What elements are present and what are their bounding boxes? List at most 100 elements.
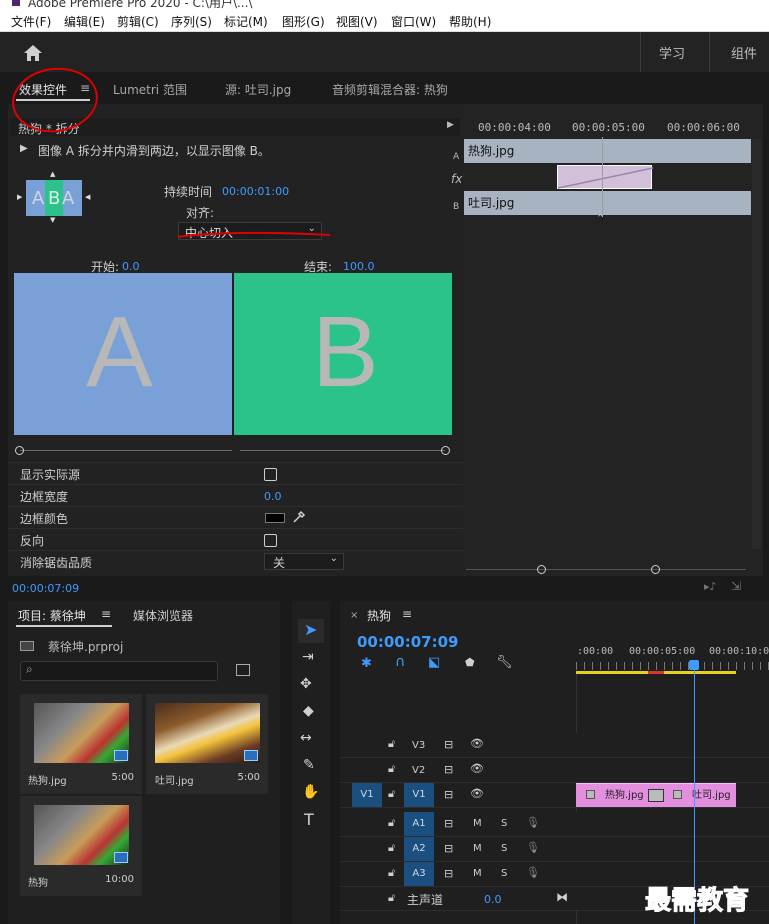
panel-menu-icon[interactable]: ≡: [402, 607, 412, 621]
track-target-v1[interactable]: V1: [404, 783, 434, 807]
razor-tool-icon[interactable]: ◆: [303, 703, 314, 719]
snap-magnet-icon[interactable]: ∩: [395, 654, 405, 670]
tab-audio-clip-mixer[interactable]: 音频剪辑混合器: 热狗: [332, 81, 448, 98]
mini-playhead[interactable]: [602, 137, 603, 217]
end-slider-handle[interactable]: [441, 446, 450, 455]
sync-lock-icon[interactable]: ⊟: [444, 817, 453, 830]
export-icon[interactable]: ⇲: [731, 579, 741, 593]
ripple-edit-tool-icon[interactable]: ✥: [300, 676, 312, 692]
lock-icon[interactable]: 🔓︎: [388, 866, 395, 880]
lock-icon[interactable]: 🔓︎: [388, 816, 395, 830]
end-value[interactable]: 100.0: [343, 260, 375, 273]
render-bar-red: [648, 671, 664, 674]
find-folder-icon[interactable]: [236, 664, 250, 676]
lock-icon[interactable]: 🔓︎: [388, 891, 395, 905]
project-item-duration: 10:00: [105, 874, 134, 885]
track-target-a1[interactable]: A1: [404, 812, 434, 836]
sync-lock-icon[interactable]: ⊟: [444, 842, 453, 855]
play-audio-icon[interactable]: ▸♪: [704, 580, 717, 593]
lock-icon[interactable]: 🔓︎: [388, 737, 395, 751]
start-slider-handle[interactable]: [15, 446, 24, 455]
solo-button[interactable]: S: [501, 868, 507, 879]
wrench-icon[interactable]: 🔧︎: [496, 655, 513, 670]
sync-lock-icon[interactable]: ⊟: [444, 763, 453, 776]
microphone-icon[interactable]: 🎙︎: [526, 866, 540, 879]
source-patch-v1[interactable]: V1: [352, 783, 382, 807]
track-v2: 🔓︎ V2 ⊟ 👁︎: [340, 758, 769, 783]
track-target-a3[interactable]: A3: [404, 862, 434, 886]
eye-icon[interactable]: 👁︎: [470, 762, 484, 775]
slip-tool-icon[interactable]: ↔: [300, 730, 312, 746]
ruler-ticks[interactable]: [576, 662, 769, 670]
project-search-input[interactable]: ⌕: [20, 661, 218, 681]
workspace-assembly[interactable]: 组件: [731, 43, 757, 62]
playhead-handle[interactable]: [689, 660, 699, 670]
tab-media-browser[interactable]: 媒体浏览器: [133, 607, 193, 624]
eye-icon[interactable]: 👁︎: [470, 787, 484, 800]
anti-aliasing-dropdown[interactable]: 关 ⌄: [264, 553, 344, 570]
menu-clip[interactable]: 剪辑(C): [117, 13, 159, 30]
master-end-icon[interactable]: ⧓: [556, 890, 568, 904]
end-slider-track[interactable]: [240, 450, 445, 451]
master-value[interactable]: 0.0: [484, 893, 502, 906]
mini-clip-a[interactable]: 热狗.jpg: [464, 139, 751, 163]
menu-graphics[interactable]: 图形(G): [282, 13, 325, 30]
mini-scrollbar[interactable]: [752, 139, 761, 549]
type-tool-icon[interactable]: T: [304, 810, 314, 829]
close-tab-icon[interactable]: ×: [350, 610, 358, 621]
lock-icon[interactable]: 🔓︎: [388, 787, 395, 801]
track-select-tool-icon[interactable]: ⇥: [302, 649, 314, 665]
reverse-checkbox[interactable]: [264, 534, 277, 547]
hand-tool-icon[interactable]: ✋: [302, 784, 319, 800]
border-width-value[interactable]: 0.0: [264, 490, 282, 503]
menu-help[interactable]: 帮助(H): [449, 13, 491, 30]
mini-clip-b[interactable]: 吐司.jpg: [464, 191, 751, 215]
sync-lock-icon[interactable]: ⊟: [444, 788, 453, 801]
menu-file[interactable]: 文件(F): [11, 13, 51, 30]
mini-transition-clip[interactable]: [557, 165, 653, 189]
zoom-handle-left[interactable]: [537, 565, 546, 574]
add-marker-icon[interactable]: ⬟: [465, 656, 475, 669]
mute-button[interactable]: M: [473, 843, 482, 854]
zoom-handle-right[interactable]: [651, 565, 660, 574]
transition-marker[interactable]: [648, 789, 664, 802]
microphone-icon[interactable]: 🎙︎: [526, 816, 540, 829]
project-item-duration: 5:00: [111, 772, 134, 783]
project-item[interactable]: 热狗.jpg 5:00: [20, 694, 142, 794]
menu-edit[interactable]: 编辑(E): [64, 13, 105, 30]
linked-selection-icon[interactable]: ⬕: [428, 655, 440, 670]
track-target-a2[interactable]: A2: [404, 837, 434, 861]
menu-view[interactable]: 视图(V): [336, 13, 378, 30]
lock-icon[interactable]: 🔓︎: [388, 762, 395, 776]
tab-project[interactable]: 项目: 蔡徐坤: [18, 607, 86, 624]
mini-zoom-track[interactable]: [466, 569, 746, 570]
sync-lock-icon[interactable]: ⊟: [444, 738, 453, 751]
mute-button[interactable]: M: [473, 868, 482, 879]
expand-arrow-icon[interactable]: ▶: [447, 120, 454, 130]
panel-menu-icon[interactable]: ≡: [101, 607, 111, 621]
workspace-learn[interactable]: 学习: [659, 43, 685, 62]
tab-sequence[interactable]: 热狗: [367, 607, 391, 624]
solo-button[interactable]: S: [501, 818, 507, 829]
eye-icon[interactable]: 👁︎: [470, 737, 484, 750]
pen-tool-icon[interactable]: ✎: [303, 757, 315, 773]
sequence-timecode[interactable]: 00:00:07:09: [357, 633, 459, 651]
sync-lock-icon[interactable]: ⊟: [444, 867, 453, 880]
project-item[interactable]: 吐司.jpg 5:00: [146, 694, 268, 794]
border-color-swatch[interactable]: [265, 513, 285, 523]
start-slider-track[interactable]: [20, 450, 232, 451]
lock-icon[interactable]: 🔓︎: [388, 841, 395, 855]
menu-sequence[interactable]: 序列(S): [171, 13, 212, 30]
selection-tool-icon[interactable]: ➤: [304, 620, 317, 639]
project-item[interactable]: 热狗 10:00: [20, 796, 142, 896]
nest-icon[interactable]: ✱: [361, 656, 372, 671]
eyedropper-icon[interactable]: [292, 510, 306, 524]
show-actual-sources-checkbox[interactable]: [264, 468, 277, 481]
mute-button[interactable]: M: [473, 818, 482, 829]
effect-timecode[interactable]: 00:00:07:09: [12, 582, 79, 595]
start-value[interactable]: 0.0: [122, 260, 140, 273]
solo-button[interactable]: S: [501, 843, 507, 854]
microphone-icon[interactable]: 🎙︎: [526, 841, 540, 854]
menu-marker[interactable]: 标记(M): [224, 13, 268, 30]
menu-window[interactable]: 窗口(W): [391, 13, 436, 30]
